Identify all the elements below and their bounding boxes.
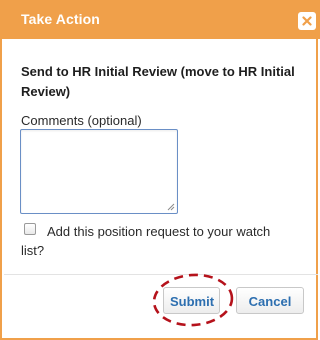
button-separator: [4, 274, 318, 275]
close-icon: [302, 16, 312, 26]
comments-textarea[interactable]: [20, 129, 178, 214]
comments-label: Comments (optional): [21, 113, 142, 128]
watch-label-continued[interactable]: list?: [21, 241, 44, 260]
dialog-titlebar: Take Action: [2, 0, 320, 39]
take-action-dialog: Take Action Send to HR Initial Review (m…: [0, 0, 320, 340]
close-button[interactable]: [298, 12, 316, 30]
resize-grip-icon[interactable]: [166, 202, 175, 211]
cancel-button[interactable]: Cancel: [236, 287, 304, 314]
watch-label[interactable]: Add this position request to your watch: [47, 222, 311, 241]
dialog-title: Take Action: [21, 11, 100, 27]
submit-button[interactable]: Submit: [163, 287, 220, 314]
action-heading: Send to HR Initial Review (move to HR In…: [21, 64, 295, 99]
watch-checkbox[interactable]: [24, 223, 36, 235]
